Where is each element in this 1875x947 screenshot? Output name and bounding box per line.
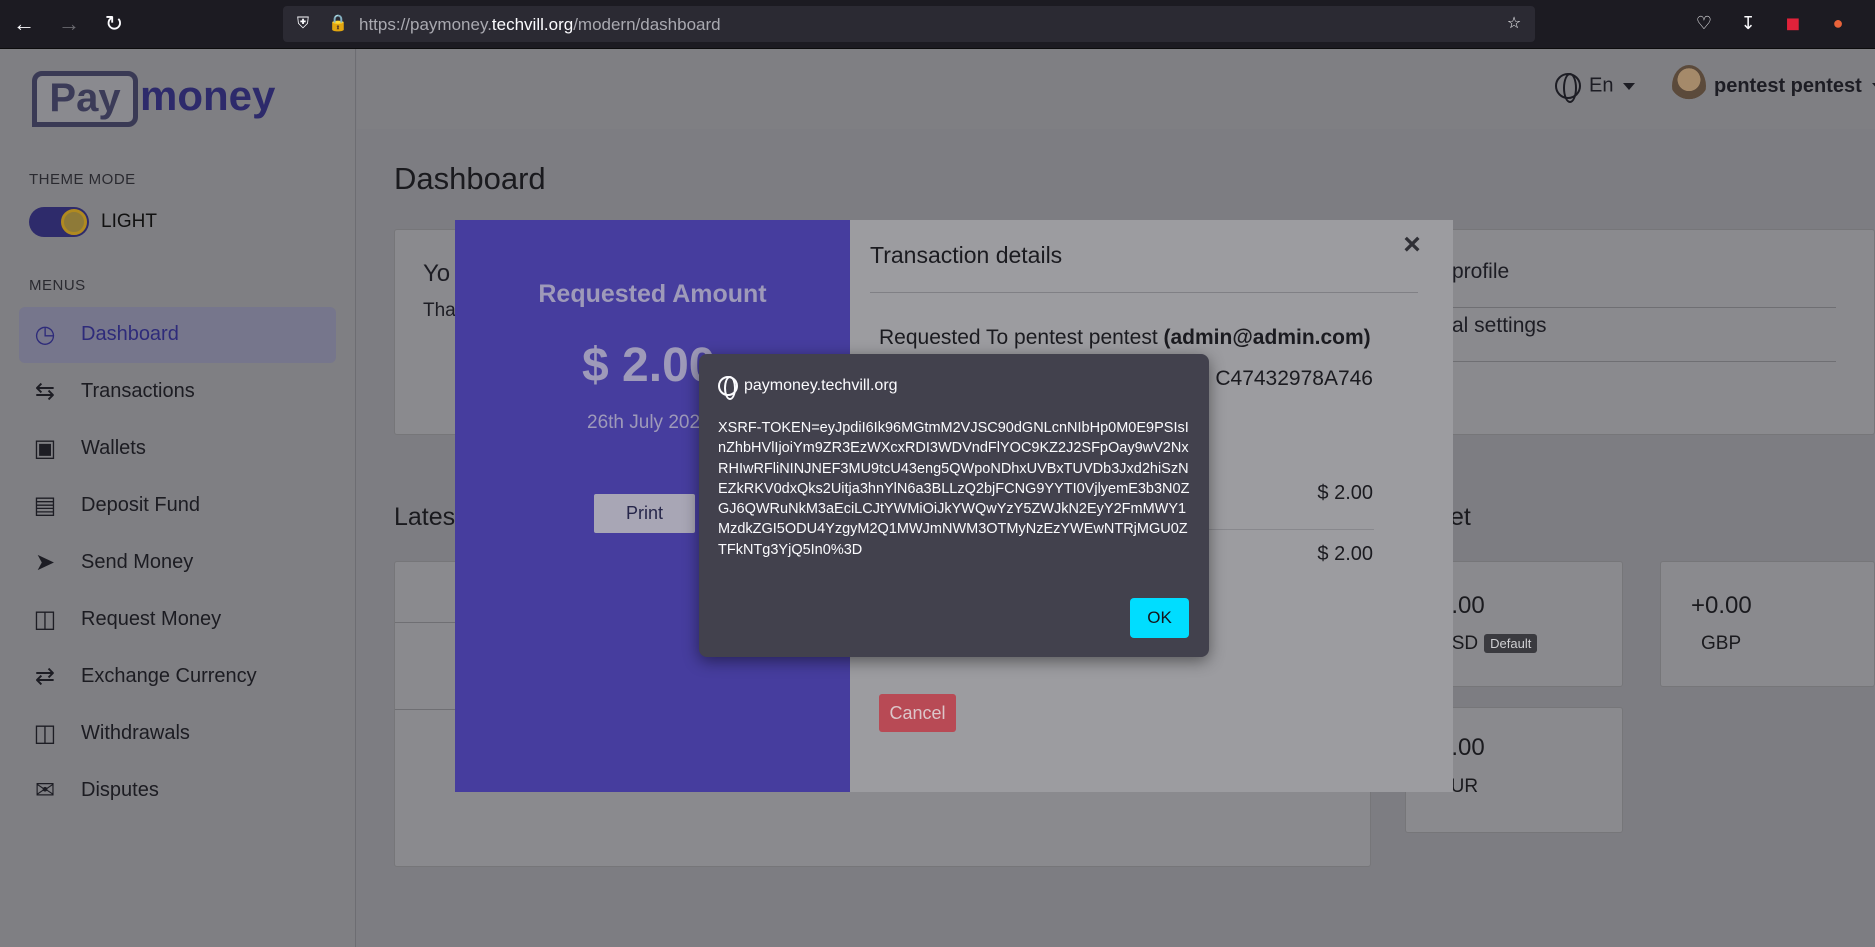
wallet-title: et: [1450, 503, 1471, 531]
user-name: pentest pentest: [1714, 74, 1862, 97]
theme-toggle[interactable]: [29, 207, 89, 237]
sidebar: Pay money THEME MODE LIGHT MENUS ◷ Dashb…: [0, 49, 356, 947]
sidebar-item-label: Dashboard: [81, 323, 179, 345]
wallet-amount: +0.00: [1691, 592, 1752, 619]
divider: [870, 292, 1418, 293]
sidebar-item-label: Request Money: [81, 608, 222, 630]
page-title: Dashboard: [394, 161, 546, 196]
transaction-id: C47432978A746: [1215, 367, 1373, 390]
extension-shield-icon[interactable]: ◼: [1781, 11, 1805, 35]
logo-pay: Pay: [32, 71, 138, 127]
bookmark-star-icon[interactable]: ☆: [1505, 15, 1523, 33]
sidebar-item-disputes[interactable]: ✉ Disputes: [19, 763, 336, 819]
welcome-heading: Yo: [423, 260, 451, 287]
sidebar-item-wallets[interactable]: ▣ Wallets: [19, 421, 336, 477]
download-icon[interactable]: ↧: [1736, 11, 1760, 35]
requested-amount-value: $ 2.00: [582, 339, 716, 392]
ok-button[interactable]: OK: [1130, 598, 1189, 638]
quick-links-card: profile al settings: [1405, 229, 1875, 435]
print-button[interactable]: Print: [594, 494, 695, 533]
browser-toolbar: ← → ↻ ⛨ 🔒 https://paymoney.techvill.org/…: [0, 0, 1875, 49]
requested-date: 26th July 2023: [587, 412, 711, 433]
requested-to-row: Requested To pentest pentest (admin@admi…: [879, 326, 1371, 349]
sidebar-item-label: Withdrawals: [81, 722, 190, 744]
cancel-button[interactable]: Cancel: [879, 694, 956, 732]
extension-fox-icon[interactable]: ●: [1826, 11, 1850, 35]
settings-link[interactable]: al settings: [1452, 314, 1547, 338]
alert-origin: paymoney.techvill.org: [744, 377, 898, 394]
request-money-icon: ◫: [33, 606, 57, 633]
chevron-down-icon: [1623, 82, 1636, 90]
profile-link[interactable]: profile: [1452, 260, 1509, 284]
divider: [1446, 361, 1836, 362]
sidebar-item-label: Exchange Currency: [81, 665, 257, 687]
sidebar-item-request-money[interactable]: ◫ Request Money: [19, 592, 336, 648]
sidebar-item-label: Transactions: [81, 380, 195, 402]
lock-icon[interactable]: 🔒: [328, 15, 348, 33]
pocket-icon[interactable]: ♡: [1692, 11, 1716, 35]
divider: [1446, 307, 1836, 308]
theme-mode-value: LIGHT: [101, 211, 157, 232]
sidebar-item-deposit-fund[interactable]: ▤ Deposit Fund: [19, 478, 336, 534]
back-arrow-icon[interactable]: ←: [10, 10, 38, 38]
sidebar-item-transactions[interactable]: ⇆ Transactions: [19, 364, 336, 420]
transactions-icon: ⇆: [34, 378, 56, 405]
requested-amount-title: Requested Amount: [538, 280, 767, 308]
forward-arrow-icon[interactable]: →: [55, 10, 83, 38]
latest-transactions-title: Latest: [394, 503, 463, 531]
dashboard-icon: ◷: [34, 321, 56, 348]
paymoney-logo[interactable]: Pay money: [32, 67, 284, 129]
sidebar-item-label: Disputes: [81, 779, 159, 801]
url-text[interactable]: https://paymoney.techvill.org/modern/das…: [359, 15, 721, 35]
requested-to-email: (admin@admin.com): [1163, 326, 1371, 349]
deposit-icon: ▤: [33, 492, 57, 519]
send-icon: ➤: [34, 549, 56, 576]
sun-icon: [61, 209, 87, 235]
wallet-card-gbp[interactable]: +0.00 GBP: [1660, 561, 1875, 687]
default-badge: Default: [1484, 634, 1538, 654]
language-label: En: [1589, 74, 1614, 97]
alert-message: XSRF-TOKEN=eyJpdiI6Ik96MGtmM2VJSC90dGNLc…: [718, 420, 1190, 558]
globe-icon: [1555, 73, 1581, 103]
welcome-subtext: Tha: [423, 300, 456, 321]
exchange-icon: ⇄: [34, 663, 56, 690]
reload-icon[interactable]: ↻: [100, 10, 128, 38]
close-icon[interactable]: ×: [1399, 230, 1425, 260]
disputes-icon: ✉: [34, 777, 56, 804]
withdrawal-icon: ◫: [33, 720, 57, 747]
wallet-currency: GBP: [1701, 633, 1742, 654]
menus-label: MENUS: [29, 277, 86, 294]
sidebar-item-label: Wallets: [81, 437, 146, 459]
globe-icon: [718, 376, 738, 400]
sidebar-item-send-money[interactable]: ➤ Send Money: [19, 535, 336, 591]
total-value: $ 2.00: [1317, 543, 1373, 565]
language-selector[interactable]: En: [1555, 73, 1636, 103]
top-header: En pentest pentest: [357, 49, 1875, 129]
sidebar-item-exchange-currency[interactable]: ⇄ Exchange Currency: [19, 649, 336, 705]
theme-mode-label: THEME MODE: [29, 171, 136, 188]
sidebar-item-withdrawals[interactable]: ◫ Withdrawals: [19, 706, 336, 762]
amount-value: $ 2.00: [1317, 482, 1373, 504]
sidebar-item-label: Send Money: [81, 551, 194, 573]
alert-dialog: paymoney.techvill.org XSRF-TOKEN=eyJpdiI…: [699, 354, 1209, 657]
shield-icon[interactable]: ⛨: [294, 15, 312, 33]
sidebar-item-dashboard[interactable]: ◷ Dashboard: [19, 307, 336, 363]
address-bar[interactable]: ⛨ 🔒 https://paymoney.techvill.org/modern…: [283, 6, 1535, 42]
logo-money: money: [140, 72, 276, 119]
wallet-icon: ▣: [33, 435, 57, 462]
user-menu[interactable]: pentest pentest: [1672, 65, 1875, 107]
sidebar-item-label: Deposit Fund: [81, 494, 200, 516]
avatar: [1672, 65, 1706, 107]
modal-title: Transaction details: [870, 242, 1063, 268]
